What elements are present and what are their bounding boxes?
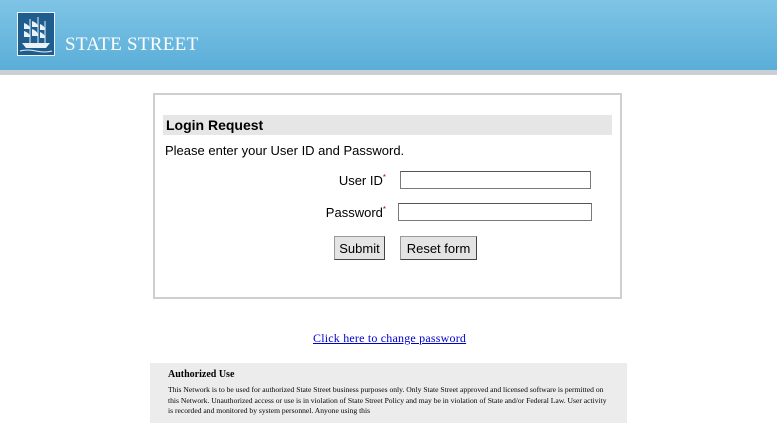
authorized-use-text: This Network is to be used for authorize…: [168, 385, 607, 415]
login-instructions: Please enter your User ID and Password.: [165, 143, 405, 158]
required-marker: *: [382, 173, 386, 182]
sailing-ship-icon: [17, 12, 55, 56]
login-title: Login Request: [163, 115, 612, 135]
brand-name: STATE STREET: [65, 34, 199, 55]
user-id-label: User ID*: [338, 173, 386, 188]
login-panel: Login Request Please enter your User ID …: [153, 93, 622, 299]
header-divider: [0, 70, 777, 75]
authorized-use-notice: Authorized Use This Network is to be use…: [150, 363, 627, 423]
required-marker: *: [382, 205, 386, 214]
submit-button[interactable]: Submit: [334, 236, 385, 260]
user-id-input[interactable]: [400, 171, 591, 189]
change-password-link[interactable]: Click here to change password: [313, 331, 466, 346]
password-input[interactable]: [398, 203, 592, 221]
header-bar: STATE STREET: [0, 0, 777, 70]
reset-form-button[interactable]: Reset form: [400, 236, 477, 260]
authorized-use-title: Authorized Use: [168, 369, 235, 380]
password-label: Password*: [325, 205, 386, 220]
